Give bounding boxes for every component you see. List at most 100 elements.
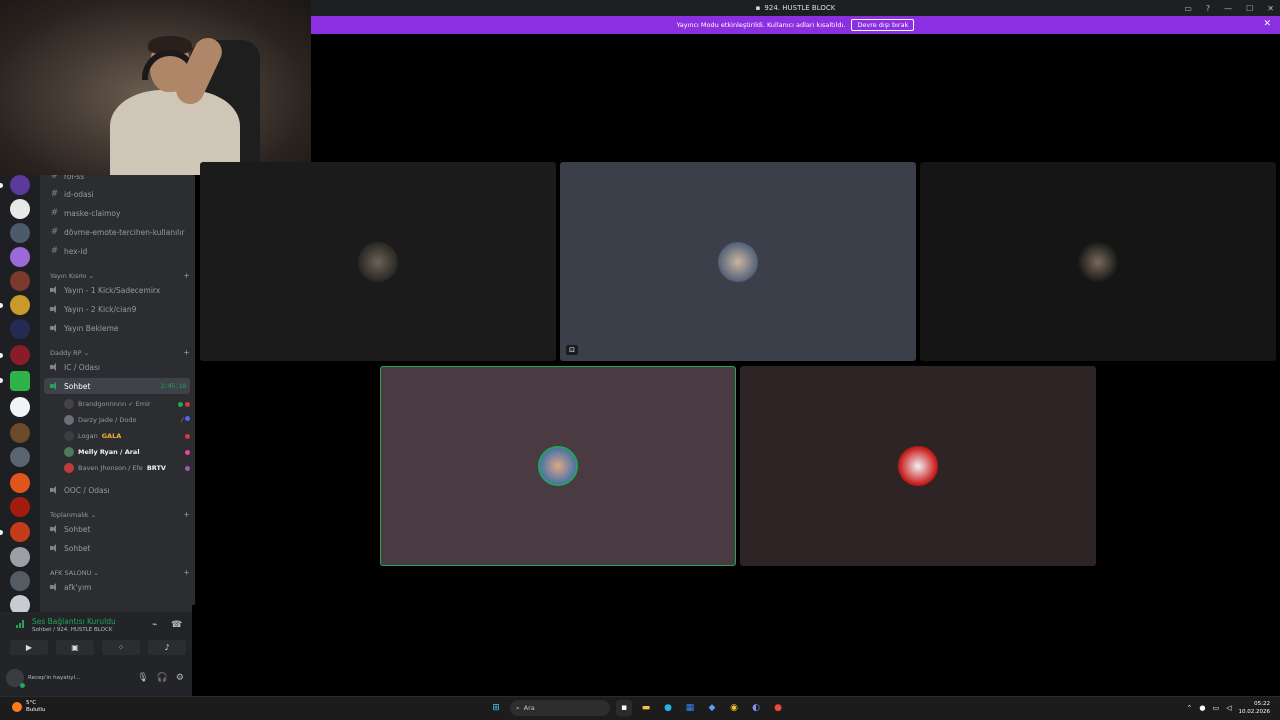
network-icon[interactable]: ▭: [1212, 704, 1219, 712]
noise-suppression-icon[interactable]: ⌁: [152, 620, 157, 630]
maximize-button[interactable]: ☐: [1246, 4, 1253, 13]
disconnect-icon[interactable]: ☎: [171, 620, 182, 630]
voice-channel-active[interactable]: Sohbet 2:45:10: [44, 378, 190, 394]
text-channel[interactable]: # rol-ss: [44, 175, 190, 184]
participant-tile[interactable]: [740, 366, 1096, 566]
start-icon[interactable]: ⊞: [488, 700, 504, 716]
disable-streamer-mode-button[interactable]: Devre dışı bırak: [851, 19, 915, 31]
streamer-mode-notice: Yayıncı Modu etkinleştirildi. Kullanıcı …: [311, 16, 1280, 34]
server-icon[interactable]: [10, 271, 30, 291]
server-icon[interactable]: [10, 447, 30, 467]
server-icon[interactable]: [10, 223, 30, 243]
text-channel[interactable]: # id-odasi: [44, 186, 190, 202]
add-channel-icon[interactable]: +: [183, 348, 190, 357]
screen-share-icon: ⊡: [566, 345, 578, 355]
chevron-up-icon[interactable]: ⌃: [1187, 704, 1193, 712]
voice-member[interactable]: Baven Jhonson / Efe BRTV: [64, 460, 190, 476]
close-notice-icon[interactable]: ✕: [1263, 19, 1271, 29]
soundboard-button[interactable]: ♪: [148, 640, 186, 655]
headphones-icon[interactable]: 🎧: [157, 673, 168, 683]
voice-channel[interactable]: Sohbet: [44, 521, 190, 537]
weather-icon: [12, 702, 22, 712]
help-icon[interactable]: ?: [1206, 4, 1210, 13]
server-icon[interactable]: [10, 295, 30, 315]
store-icon[interactable]: ▦: [682, 700, 698, 716]
file-explorer-icon[interactable]: ▬: [638, 700, 654, 716]
server-icon[interactable]: [10, 345, 30, 365]
search-icon: ⌕: [516, 703, 520, 712]
app-icon[interactable]: ◆: [704, 700, 720, 716]
voice-status[interactable]: Ses Bağlantısı Kuruldu: [32, 617, 116, 626]
chrome-icon[interactable]: ◉: [726, 700, 742, 716]
voice-channel[interactable]: OOC / Odası: [44, 482, 190, 498]
close-window-button[interactable]: ✕: [1267, 4, 1274, 13]
search-box[interactable]: ⌕ Ara: [510, 700, 610, 716]
server-icon[interactable]: [10, 473, 30, 493]
kick-icon[interactable]: [10, 371, 30, 391]
chevron-down-icon: ⌄: [86, 271, 95, 280]
voice-member[interactable]: Melly Ryan / Aral: [64, 444, 190, 460]
minimize-button[interactable]: —: [1224, 4, 1232, 13]
server-icon[interactable]: [10, 547, 30, 567]
activities-button[interactable]: ⁘: [102, 640, 140, 655]
camera-button[interactable]: ▶: [10, 640, 48, 655]
discord-server-icon[interactable]: [10, 397, 30, 417]
discord-icon[interactable]: ◐: [748, 700, 764, 716]
app-icon[interactable]: ●: [770, 700, 786, 716]
add-channel-icon[interactable]: +: [183, 271, 190, 280]
voice-member[interactable]: Logan GALA: [64, 428, 190, 444]
soundboard-icon: ♪: [164, 643, 170, 652]
voice-channel[interactable]: Yayın - 1 Kick/Sadecemirx: [44, 282, 190, 298]
channel-scrollbar[interactable]: [192, 175, 195, 605]
category-toplanmalik[interactable]: Toplanmalık ⌄ +: [50, 510, 190, 519]
participant-tile[interactable]: ⊡: [560, 162, 916, 361]
microphone-icon[interactable]: 🎙: [137, 673, 148, 683]
inbox-icon[interactable]: ▭: [1184, 4, 1192, 13]
text-channel[interactable]: # hex-id: [44, 243, 190, 259]
voice-channel[interactable]: Yayın - 2 Kick/cian9: [44, 301, 190, 317]
hash-icon: #: [50, 227, 59, 237]
clock[interactable]: 05:22 10.02.2026: [1239, 700, 1271, 716]
edge-icon[interactable]: ●: [660, 700, 676, 716]
speaker-icon: [50, 382, 59, 390]
avatar: [64, 463, 74, 473]
avatar: [64, 431, 74, 441]
avatar[interactable]: [6, 669, 25, 688]
server-icon[interactable]: [10, 595, 30, 612]
voice-channel[interactable]: Yayın Bekleme: [44, 320, 190, 336]
screen-share-button[interactable]: ▣: [56, 640, 94, 655]
user-status-text[interactable]: Recep'in hayatıyl...: [28, 675, 80, 681]
server-icon[interactable]: [10, 175, 30, 195]
participant-tile-speaking[interactable]: [380, 366, 736, 566]
server-icon[interactable]: [10, 199, 30, 219]
volume-icon[interactable]: ◁: [1226, 704, 1231, 712]
category-daddy-rp[interactable]: Daddy RP ⌄ +: [50, 348, 190, 357]
voice-member[interactable]: Brandgonnnnn ✓ Emir: [64, 396, 190, 412]
avatar: [538, 446, 578, 486]
microphone-icon[interactable]: ●: [1199, 704, 1205, 712]
voice-member[interactable]: Darzy Jade / Dodo ⁄: [64, 412, 190, 428]
server-icon[interactable]: [10, 319, 30, 339]
voice-channel[interactable]: Sohbet: [44, 540, 190, 556]
add-channel-icon[interactable]: +: [183, 510, 190, 519]
voice-channel[interactable]: afk'yım: [44, 579, 190, 595]
category-yayin[interactable]: Yayın Kısmı ⌄ +: [50, 271, 190, 280]
chevron-down-icon: ⌄: [91, 568, 99, 577]
voice-channel[interactable]: IC / Odası: [44, 359, 190, 375]
settings-icon[interactable]: ⚙: [176, 673, 184, 683]
text-channel[interactable]: # dövme-emote-tercihen-kullanılır: [44, 224, 190, 240]
server-icon[interactable]: [10, 247, 30, 267]
server-icon[interactable]: [10, 522, 30, 542]
category-afk[interactable]: AFK SALONU ⌄ +: [50, 568, 190, 577]
text-channel[interactable]: # maske-claimoy: [44, 205, 190, 221]
server-icon[interactable]: [10, 423, 30, 443]
server-icon[interactable]: [10, 571, 30, 591]
server-icon[interactable]: [10, 497, 30, 517]
weather-widget[interactable]: 5°C Bulutlu: [12, 700, 45, 714]
participant-tile[interactable]: [920, 162, 1276, 361]
add-channel-icon[interactable]: +: [183, 568, 190, 577]
participant-tile[interactable]: [200, 162, 556, 361]
webcam-overlay: [0, 0, 311, 175]
task-view-icon[interactable]: ▪: [616, 700, 632, 716]
avatar: [64, 399, 74, 409]
